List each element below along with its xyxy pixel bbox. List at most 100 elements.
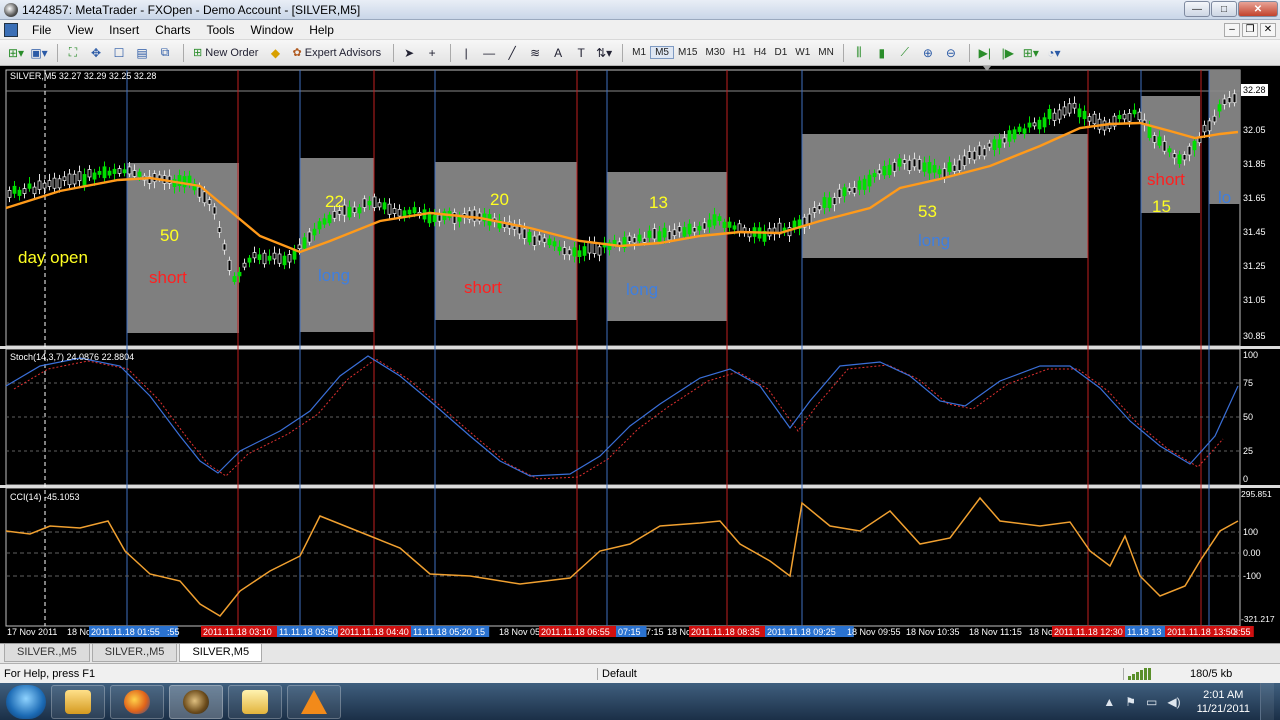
candle-body — [277, 253, 282, 264]
timeframe-m1[interactable]: M1 — [628, 47, 650, 58]
menu-bar: File View Insert Charts Tools Window Hel… — [0, 20, 1280, 40]
candle-body — [1092, 113, 1097, 125]
candle-body — [102, 166, 107, 179]
candlestick-icon[interactable]: ▮ — [872, 43, 892, 63]
volume-icon[interactable]: ◀) — [1167, 695, 1180, 709]
candle-body — [832, 197, 837, 206]
candle-body — [357, 207, 362, 214]
candle-body — [897, 158, 902, 167]
profiles-icon[interactable]: ▣▾ — [29, 43, 49, 63]
minimize-button[interactable]: — — [1184, 1, 1210, 17]
candle-body — [262, 252, 267, 265]
candle-body — [1232, 93, 1237, 104]
candle-body — [1117, 114, 1122, 120]
taskbar-app-explorer[interactable] — [228, 684, 282, 719]
text-icon[interactable]: A — [548, 43, 568, 63]
new-chart-icon[interactable]: ⊞▾ — [6, 43, 26, 63]
clock[interactable]: 2:01 AM 11/21/2011 — [1197, 688, 1250, 716]
horizontal-line-icon[interactable]: — — [479, 43, 499, 63]
show-hidden-icons-icon[interactable]: ▲ — [1103, 695, 1115, 709]
zoom-chart-icon[interactable]: ⛶ — [63, 43, 83, 63]
candle-body — [247, 257, 252, 263]
menu-file[interactable]: File — [24, 23, 59, 37]
menu-insert[interactable]: Insert — [101, 23, 147, 37]
stoch-scale-label: 50 — [1243, 412, 1253, 422]
label-icon[interactable]: T — [571, 43, 591, 63]
candle-body — [22, 188, 27, 194]
taskbar-app-outlook[interactable] — [51, 684, 105, 719]
show-desktop-button[interactable] — [1260, 683, 1274, 720]
toolbar-separator — [842, 43, 844, 62]
chart-tab[interactable]: SILVER.,M5 — [91, 644, 178, 662]
menu-help[interactable]: Help — [301, 23, 342, 37]
mdi-minimize-button[interactable]: – — [1224, 23, 1240, 37]
timeframe-mn[interactable]: MN — [814, 47, 838, 58]
vertical-line-icon[interactable]: | — [456, 43, 476, 63]
candle-body — [677, 226, 682, 233]
candle-body — [87, 169, 92, 178]
zoom-in-icon[interactable]: ⊕ — [918, 43, 938, 63]
timeframe-h1[interactable]: H1 — [729, 47, 750, 58]
line-chart-icon[interactable]: ⟋ — [895, 43, 915, 63]
chart-area[interactable]: SILVER,M5 32.27 32.29 32.25 32.28 Stoch(… — [0, 66, 1280, 643]
chart-tab-active[interactable]: SILVER,M5 — [179, 644, 263, 662]
candle-body — [52, 177, 57, 189]
candle-body — [982, 148, 987, 157]
metatrader-app-icon[interactable] — [4, 2, 18, 17]
trendline-icon[interactable]: ╱ — [502, 43, 522, 63]
close-button[interactable]: ✕ — [1238, 1, 1278, 17]
fibonacci-icon[interactable]: ≋ — [525, 43, 545, 63]
indicators-icon[interactable]: ⊞▾ — [1021, 43, 1041, 63]
candle-body — [587, 241, 592, 254]
candle-body — [1132, 109, 1137, 115]
outlook-icon — [65, 689, 91, 714]
timeframe-m15[interactable]: M15 — [674, 47, 701, 58]
crosshair-tool-icon[interactable]: + — [422, 43, 442, 63]
maximize-button[interactable]: □ — [1211, 1, 1237, 17]
taskbar-app-firefox[interactable] — [110, 684, 164, 719]
navigator-icon[interactable]: ☐ — [109, 43, 129, 63]
candle-body — [322, 218, 327, 225]
mdi-close-button[interactable]: ✕ — [1260, 23, 1276, 37]
candle-body — [92, 172, 97, 180]
candle-body — [107, 170, 112, 176]
timeframe-h4[interactable]: H4 — [750, 47, 771, 58]
crosshair-icon[interactable]: ✥ — [86, 43, 106, 63]
expert-advisors-button[interactable]: ✿ Expert Advisors — [288, 43, 385, 63]
menu-tools[interactable]: Tools — [199, 23, 243, 37]
time-axis-label: 2011.11.18 13:50 — [1167, 627, 1236, 637]
taskbar-app-vlc[interactable] — [287, 684, 341, 719]
bar-chart-icon[interactable]: ⫼ — [849, 43, 869, 63]
tester-icon[interactable]: ⧉ — [155, 43, 175, 63]
menu-view[interactable]: View — [59, 23, 101, 37]
chart-tab[interactable]: SILVER.,M5 — [4, 644, 90, 662]
chart-canvas[interactable]: SILVER,M5 32.27 32.29 32.25 32.28 Stoch(… — [0, 66, 1280, 643]
candle-body — [57, 178, 62, 189]
taskbar-app-metatrader[interactable] — [169, 684, 223, 719]
menu-charts[interactable]: Charts — [147, 23, 198, 37]
candle-body — [817, 205, 822, 211]
terminal-icon[interactable]: ▤ — [132, 43, 152, 63]
arrows-icon[interactable]: ⇅▾ — [594, 43, 614, 63]
action-center-icon[interactable]: ⚑ — [1125, 695, 1136, 709]
timeframe-m30[interactable]: M30 — [701, 47, 728, 58]
periods-icon[interactable]: ◔▾ — [1044, 43, 1064, 63]
timeframe-d1[interactable]: D1 — [770, 47, 791, 58]
timeframe-m5[interactable]: M5 — [650, 46, 674, 59]
candle-body — [327, 214, 332, 224]
candle-body — [377, 202, 382, 208]
zoom-out-icon[interactable]: ⊖ — [941, 43, 961, 63]
chart-window-icon[interactable] — [4, 22, 18, 37]
cci-line — [5, 496, 1239, 617]
network-icon[interactable]: ▭ — [1146, 695, 1157, 709]
start-button[interactable] — [6, 684, 46, 719]
new-order-button[interactable]: ⊞ New Order — [189, 43, 262, 63]
alert-icon[interactable]: ◆ — [265, 43, 285, 63]
autoscroll-icon[interactable]: ▶| — [975, 43, 995, 63]
mdi-restore-button[interactable]: ❐ — [1242, 23, 1258, 37]
chart-shift-icon[interactable]: |▶ — [998, 43, 1018, 63]
candle-body — [362, 198, 367, 208]
cursor-icon[interactable]: ➤ — [399, 43, 419, 63]
menu-window[interactable]: Window — [243, 23, 302, 37]
timeframe-w1[interactable]: W1 — [791, 47, 814, 58]
